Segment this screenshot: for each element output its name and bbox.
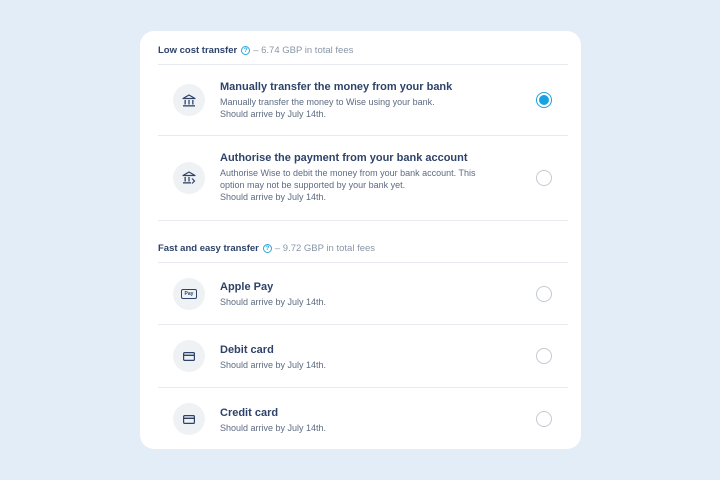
option-name: Apple Pay [220,281,274,293]
option-description: Should arrive by July 14th. [220,422,518,434]
divider [158,220,568,221]
description-line: Should arrive by July 14th. [220,423,327,433]
option-debit-card[interactable]: Debit card Should arrive by July 14th. [158,325,568,387]
option-text: Authorise the payment from your bank acc… [220,151,518,203]
section-fees: – 9.72 GBP in total fees [274,242,376,254]
payment-method-card: Low cost transfer ? – 6.74 GBP in total … [140,31,581,449]
radio-unselected[interactable] [536,170,552,186]
bank-authorise-icon [173,162,205,194]
description-line: Should arrive by July 14th. [220,192,327,202]
option-text: Manually transfer the money from your ba… [220,80,518,120]
radio-unselected[interactable] [536,286,552,302]
description-line: option may not be supported by your bank… [220,180,406,190]
description-line: Should arrive by July 14th. [220,297,327,307]
low-cost-section-header: Low cost transfer ? – 6.74 GBP in total … [158,39,568,61]
option-credit-card[interactable]: Credit card Should arrive by July 14th. [158,388,568,449]
section-title: Fast and easy transfer [158,242,259,254]
option-text: Credit card Should arrive by July 14th. [220,406,518,434]
card-icon [173,340,205,372]
description-line: Manually transfer the money to Wise usin… [220,97,435,107]
help-icon[interactable]: ? [262,243,272,253]
apple-pay-icon: Pay [173,278,205,310]
option-description: Should arrive by July 14th. [220,359,518,371]
description-line: Should arrive by July 14th. [220,360,327,370]
option-name: Authorise the payment from your bank acc… [220,152,468,164]
option-description: Should arrive by July 14th. [220,296,518,308]
option-name: Debit card [220,344,274,356]
apple-pay-badge-text: Pay [184,290,194,297]
option-apple-pay[interactable]: Pay Apple Pay Should arrive by July 14th… [158,263,568,324]
radio-selected[interactable] [536,92,552,108]
bank-icon [173,84,205,116]
radio-unselected[interactable] [536,348,552,364]
option-description: Authorise Wise to debit the money from y… [220,167,518,203]
option-description: Manually transfer the money to Wise usin… [220,96,518,120]
option-name: Credit card [220,407,279,419]
section-fees: – 6.74 GBP in total fees [253,44,354,56]
option-authorise-bank-payment[interactable]: Authorise the payment from your bank acc… [158,136,568,220]
description-line: Should arrive by July 14th. [220,109,327,119]
fast-easy-section-header: Fast and easy transfer ? – 9.72 GBP in t… [158,237,568,259]
option-manual-bank-transfer[interactable]: Manually transfer the money from your ba… [158,65,568,135]
apple-pay-badge: Pay [181,289,197,299]
section-title: Low cost transfer [158,44,238,56]
option-text: Debit card Should arrive by July 14th. [220,343,518,371]
card-icon [173,403,205,435]
description-line: Authorise Wise to debit the money from y… [220,168,476,178]
radio-dot [539,95,549,105]
option-text: Apple Pay Should arrive by July 14th. [220,280,518,308]
radio-unselected[interactable] [536,411,552,427]
option-name: Manually transfer the money from your ba… [220,81,453,93]
help-icon[interactable]: ? [241,45,251,55]
